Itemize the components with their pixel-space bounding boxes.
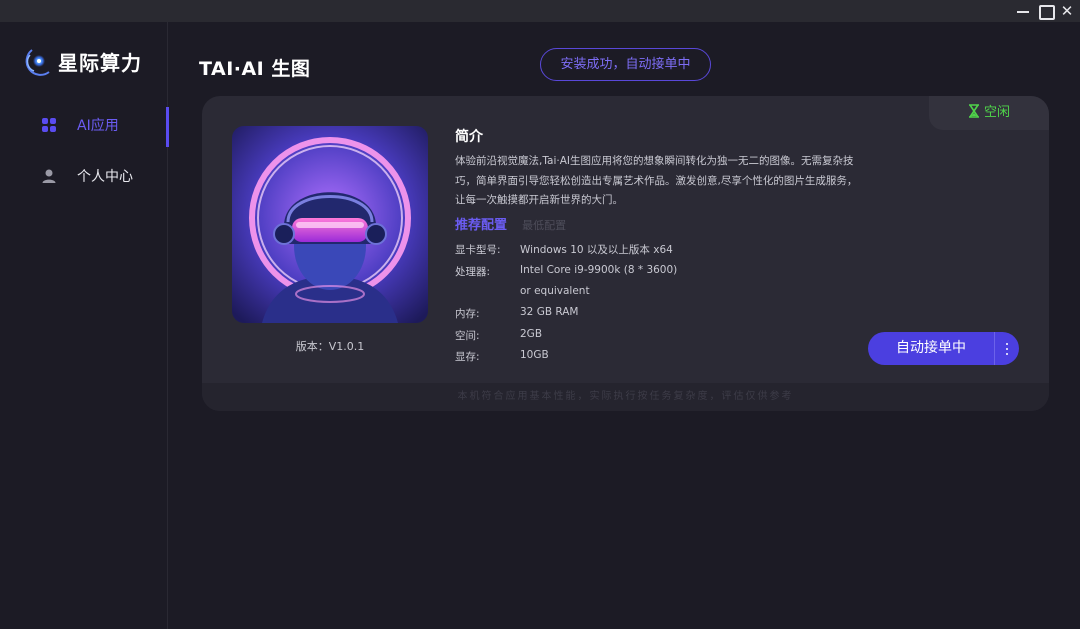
hourglass-icon: [968, 104, 979, 118]
status-badge: 空闲: [929, 96, 1049, 130]
app-version: 版本：V1.0.1: [295, 340, 365, 353]
minimize-icon[interactable]: [1014, 2, 1032, 20]
status-badge-label: 空闲: [983, 105, 1010, 120]
config-tabs: 推荐配置 最低配置: [455, 214, 566, 233]
tab-recommended-config[interactable]: 推荐配置: [455, 218, 507, 233]
intro-title: 简介: [455, 129, 483, 145]
tab-minimum-config[interactable]: 最低配置: [522, 219, 566, 232]
install-status-pill: 安装成功，自动接单中: [540, 48, 711, 81]
spec-key: 处理器:: [455, 266, 491, 278]
spec-key: 内存:: [455, 308, 480, 320]
spec-key: 显卡型号:: [455, 244, 501, 256]
app-cover-image: [232, 126, 428, 323]
sidebar-item-label: 个人中心: [77, 169, 133, 185]
spec-value: 2GB: [520, 328, 543, 340]
spec-value: 10GB: [520, 349, 549, 361]
intro-description: 体验前沿视觉魔法,Tai·AI生图应用将您的想象瞬间转化为独一无二的图像。无需复…: [455, 155, 858, 206]
app-name: 星际算力: [58, 50, 142, 75]
more-options-icon[interactable]: [995, 332, 1019, 365]
maximize-icon[interactable]: [1036, 2, 1055, 20]
performance-note: 本机符合应用基本性能，实际执行按任务复杂度，评估仅供参考: [202, 383, 1049, 411]
spec-value: or equivalent: [520, 285, 590, 297]
sidebar-item-personal-center[interactable]: 个人中心: [0, 158, 168, 194]
sidebar-item-label: AI应用: [77, 118, 119, 134]
spec-key: 空间:: [455, 330, 480, 342]
auto-accept-button[interactable]: 自动接单中: [868, 332, 1019, 365]
sidebar-item-ai-apps[interactable]: AI应用: [0, 107, 169, 147]
active-indicator: [166, 107, 169, 147]
sidebar: 星际算力 AI应用 个人中心: [0, 22, 169, 629]
spec-value: Windows 10 以及以上版本 x64: [520, 244, 673, 256]
spec-value: 32 GB RAM: [520, 306, 579, 318]
title-bar: ✕: [0, 0, 1080, 22]
close-icon[interactable]: ✕: [1058, 2, 1076, 20]
logo-icon: [25, 49, 50, 76]
app-card: 空闲 版本：V1.0.1 简介 体验前沿视觉魔法,Tai·AI生图应用将您的想象: [202, 96, 1049, 411]
apps-grid-icon: [42, 118, 56, 132]
page-title: TAI·AI 生图: [199, 58, 311, 80]
spec-key: 显存:: [455, 351, 480, 363]
spec-value: Intel Core i9-9900k (8 * 3600): [520, 264, 678, 276]
auto-accept-label: 自动接单中: [896, 340, 966, 356]
app-logo: 星际算力: [22, 44, 142, 78]
user-icon: [42, 169, 56, 183]
